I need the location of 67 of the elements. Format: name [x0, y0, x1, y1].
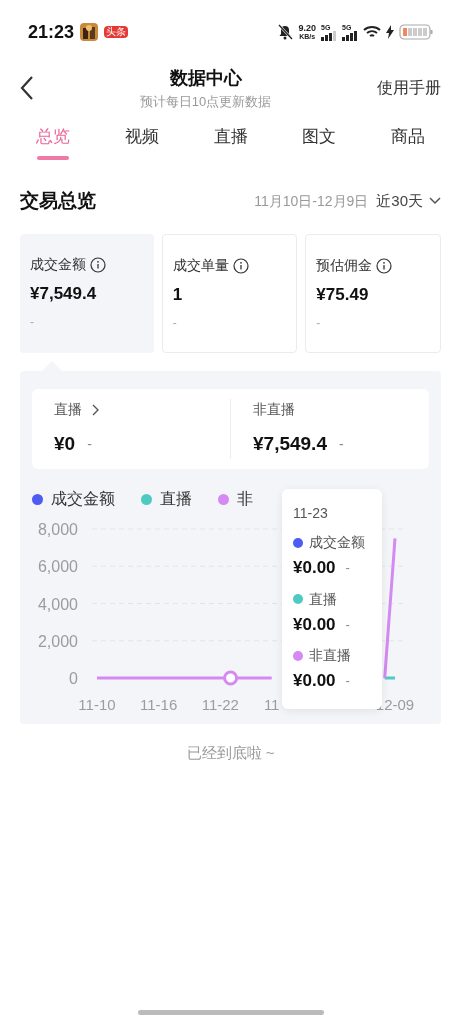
wifi-icon [363, 25, 381, 39]
metric-change: - [30, 313, 35, 331]
page-subtitle: 预计每日10点更新数据 [139, 92, 272, 111]
metric-card[interactable]: 成交单量 1 - [161, 234, 298, 353]
back-icon[interactable] [20, 75, 34, 101]
date-range: 11月10日-12月9日 [254, 191, 369, 211]
tooltip-label: 非直播 [309, 646, 351, 665]
signal-icon [321, 30, 337, 41]
breakdown-change: - [87, 435, 92, 454]
x-tick-label: 11-16 [140, 696, 178, 713]
y-tick-label: 2,000 [37, 632, 78, 650]
net-speed: 9.20 [298, 24, 316, 33]
breakdown-label: 非直播 [253, 400, 295, 420]
period-dropdown[interactable]: 近30天 [376, 189, 441, 213]
tab[interactable]: 视频 [124, 124, 159, 170]
breakdown-value: ¥7,549.4 [253, 432, 327, 457]
x-tick-label: 11 [263, 696, 280, 713]
legend-label: 成交金额 [51, 489, 115, 509]
tooltip-label: 直播 [309, 589, 337, 609]
signal-icon [342, 30, 358, 41]
info-icon[interactable] [232, 257, 249, 274]
tooltip-date: 11-23 [293, 504, 329, 523]
chevron-down-icon [429, 197, 441, 205]
end-of-list-text: 已经到底啦 ~ [186, 743, 275, 763]
breakdown-value: ¥0 [54, 432, 76, 457]
metric-change: - [316, 314, 322, 332]
tooltip-value: ¥0.00 [293, 557, 336, 579]
app-badge: 头条 [104, 26, 129, 38]
tooltip-change: - [345, 615, 350, 634]
bell-muted-icon [277, 24, 294, 40]
tooltip-value: ¥0.00 [293, 613, 336, 636]
metric-label: 成交金额 [30, 255, 86, 274]
info-icon[interactable] [90, 256, 106, 273]
x-tick-label: 11-10 [78, 696, 116, 713]
tooltip-change: - [345, 672, 350, 690]
manual-link[interactable]: 使用手册 [377, 76, 441, 100]
charging-icon [386, 25, 394, 39]
page-title: 数据中心 [169, 66, 242, 90]
metric-change: - [172, 314, 178, 332]
section-title: 交易总览 [20, 188, 96, 213]
battery-icon [399, 24, 433, 40]
metric-label: 成交单量 [172, 256, 229, 275]
tooltip-label: 成交金额 [309, 533, 365, 552]
tooltip-change: - [345, 559, 350, 577]
breakdown-label[interactable]: 直播 [54, 399, 82, 421]
x-tick-label: 11-22 [201, 696, 239, 713]
info-icon[interactable] [376, 257, 393, 274]
y-tick-label: 0 [69, 670, 78, 687]
chevron-right-icon[interactable] [92, 403, 100, 416]
y-tick-label: 4,000 [37, 595, 78, 613]
metric-value: ¥7,549.4 [30, 283, 98, 305]
legend-label: 直播 [160, 489, 192, 509]
tooltip-value: ¥0.00 [293, 670, 336, 692]
clock-time: 21:23 [28, 20, 75, 44]
tab[interactable]: 商品 [391, 124, 425, 170]
hover-marker [223, 670, 239, 686]
breakdown-change: - [338, 435, 344, 454]
y-tick-label: 8,000 [37, 521, 78, 538]
legend-label: 非 [237, 489, 253, 509]
metric-card[interactable]: 成交金额 ¥7,549.4 - [20, 234, 154, 353]
tab[interactable]: 直播 [213, 124, 248, 170]
metric-label: 预估佣金 [316, 256, 373, 275]
metric-value: 1 [172, 284, 184, 306]
metric-card[interactable]: 预估佣金 ¥75.49 - [305, 234, 441, 353]
metric-value: ¥75.49 [316, 284, 370, 306]
y-tick-label: 6,000 [37, 558, 78, 576]
tab[interactable]: 图文 [302, 124, 337, 170]
